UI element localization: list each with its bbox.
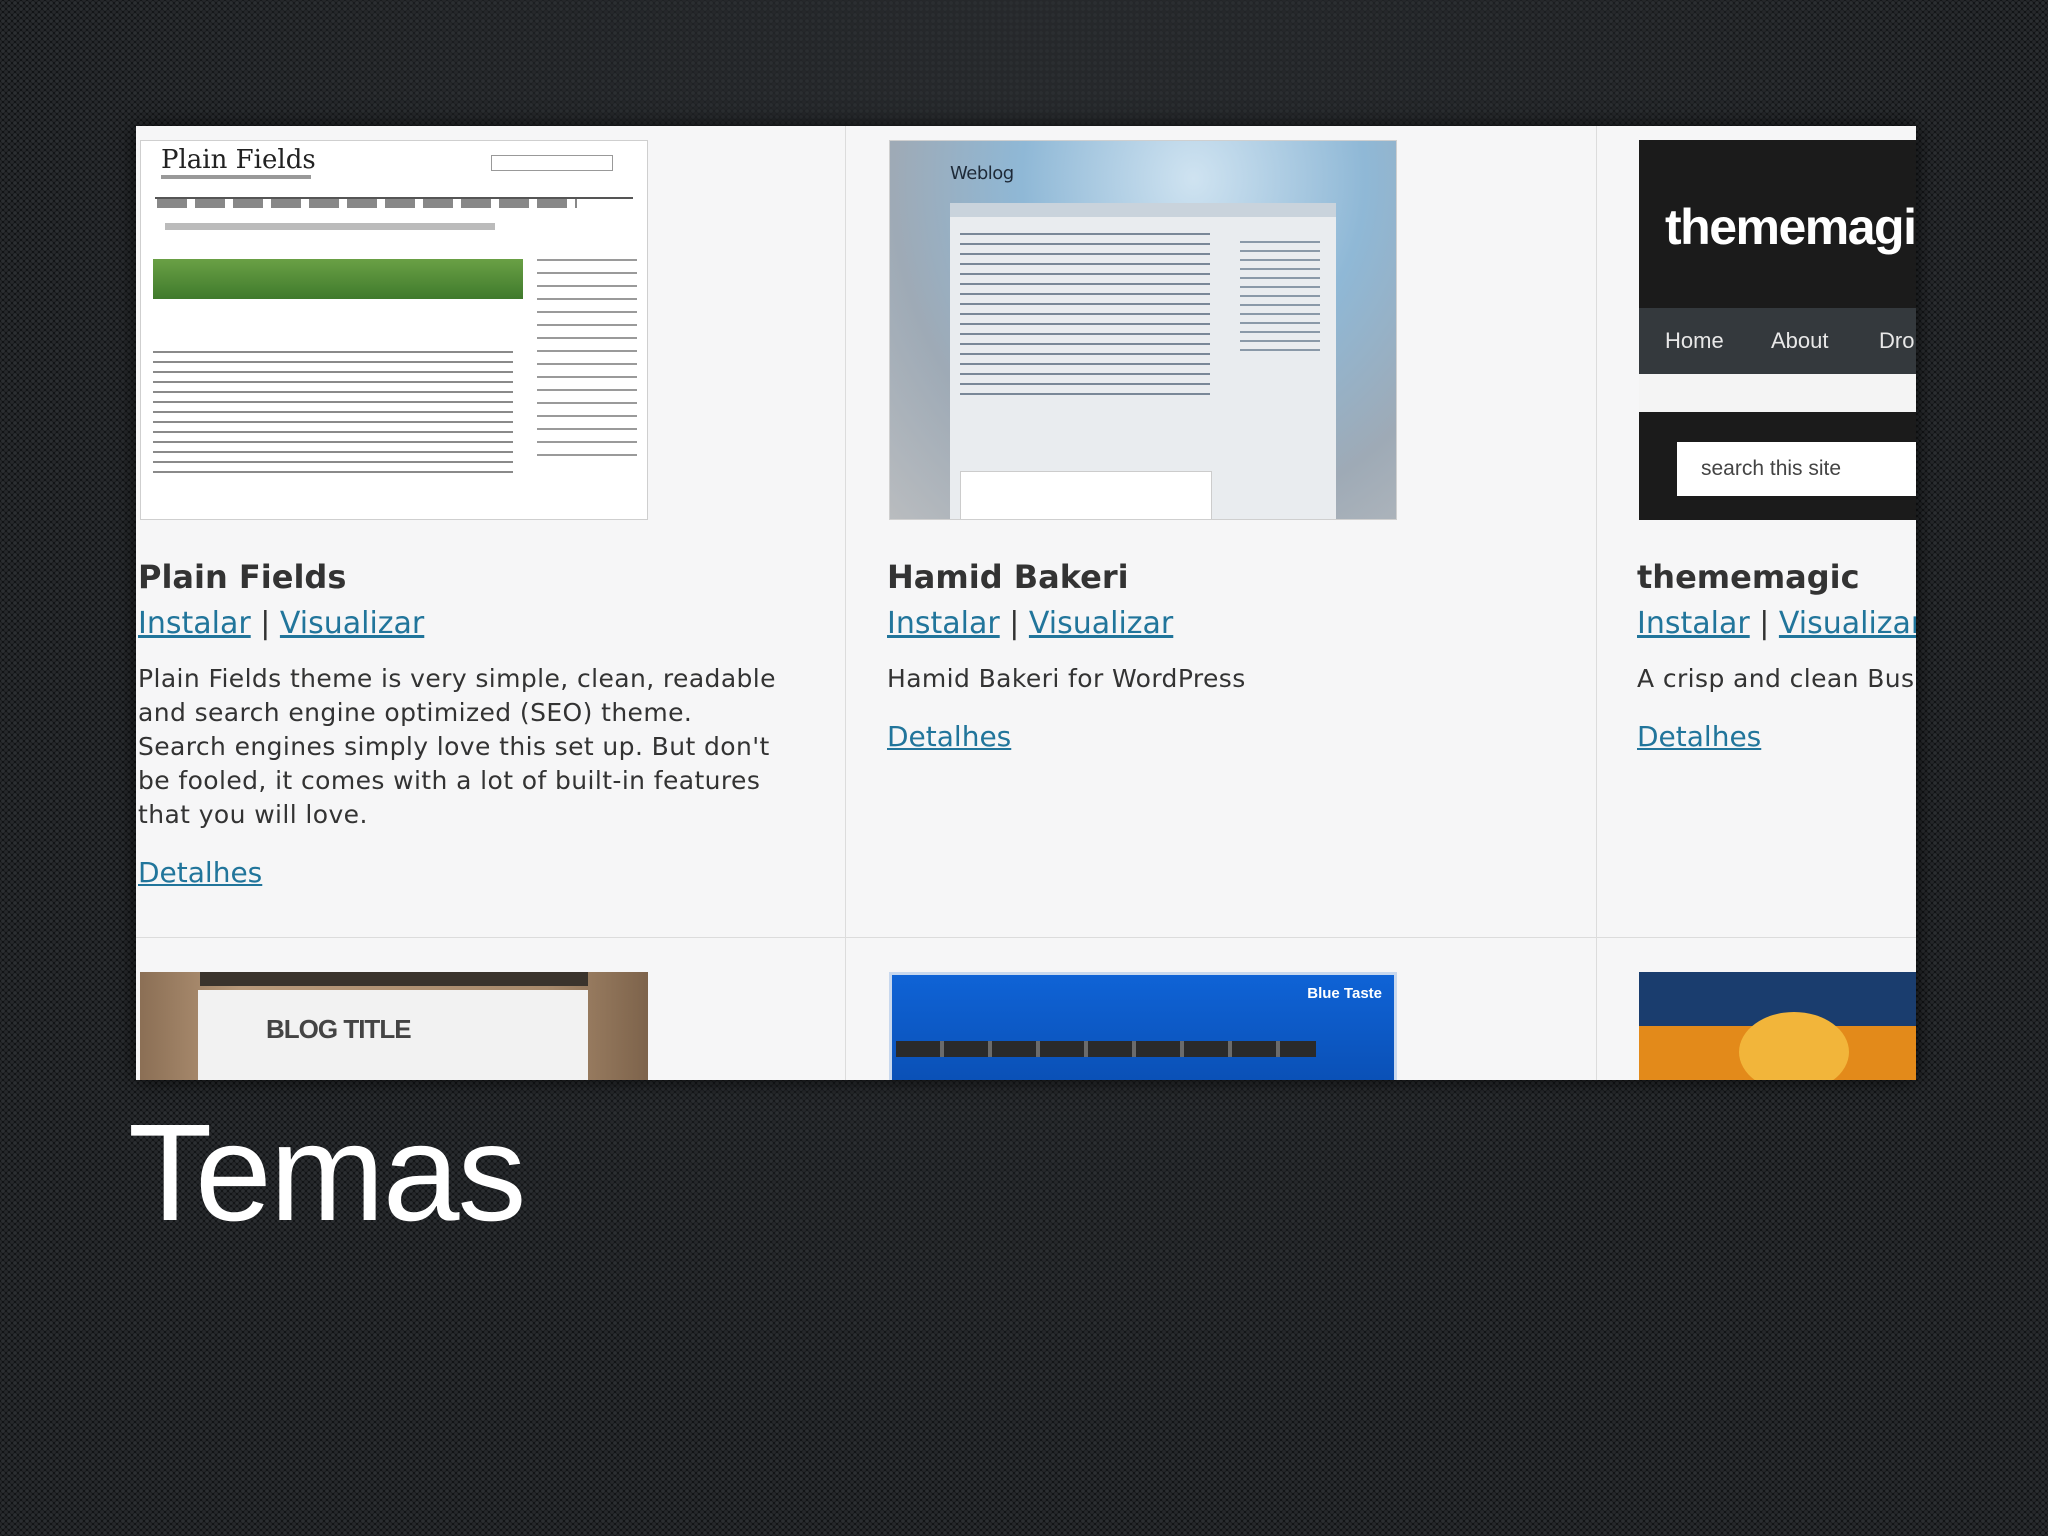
- thumbnail-body-text: [153, 351, 513, 476]
- preview-link[interactable]: Visualizar: [280, 606, 424, 641]
- thumbnail-site-title: thememagi: [1665, 199, 1916, 255]
- thumbnail-nav-items: [157, 199, 577, 208]
- theme-description: A crisp and clean Busi: [1637, 664, 1916, 693]
- preview-link[interactable]: Visualizar: [1779, 606, 1916, 641]
- theme-thumbnail[interactable]: Plain Fields: [140, 140, 648, 520]
- install-link[interactable]: Instalar: [887, 606, 1000, 641]
- thumbnail-comment-box: [960, 471, 1212, 519]
- theme-name: thememagic: [1637, 558, 1860, 596]
- details-link[interactable]: Detalhes: [1637, 720, 1761, 753]
- thumbnail-nav: Home About Dro: [1639, 308, 1916, 374]
- preview-link[interactable]: Visualizar: [1029, 606, 1173, 641]
- details-link[interactable]: Detalhes: [138, 856, 262, 889]
- thumbnail-header-image: [153, 259, 523, 299]
- thumbnail-illustration: [1739, 1012, 1849, 1080]
- thumbnail-nav-item: Dro: [1879, 328, 1915, 353]
- thumbnail-sidebar: [1240, 241, 1320, 351]
- themes-screenshot-panel: Plain Fields Plain Fields Instalar | Vis…: [136, 126, 1916, 1080]
- theme-thumbnail[interactable]: [1639, 972, 1916, 1080]
- thumbnail-search-box: search this site: [1677, 442, 1916, 496]
- thumbnail-nav: [950, 203, 1336, 217]
- thumbnail-site-title: Blue Taste: [1307, 985, 1382, 1002]
- install-link[interactable]: Instalar: [138, 606, 251, 641]
- thumbnail-nav-item: Home: [1665, 328, 1724, 353]
- theme-description: Hamid Bakeri for WordPress: [887, 664, 1246, 693]
- theme-actions: Instalar | Visualizar: [1637, 606, 1916, 641]
- theme-thumbnail[interactable]: BLOG TITLE: [140, 972, 648, 1080]
- thumbnail-site-title: Weblog: [950, 163, 1014, 184]
- thumbnail-nav: [896, 1041, 1316, 1057]
- thumbnail-site-title: Plain Fields: [161, 145, 316, 175]
- thumbnail-nav-item: About: [1771, 328, 1829, 353]
- theme-thumbnail[interactable]: Blue Taste: [889, 972, 1397, 1080]
- theme-actions: Instalar | Visualizar: [138, 606, 424, 641]
- theme-thumbnail[interactable]: thememagi Home About Dro search this sit…: [1639, 140, 1916, 520]
- install-link[interactable]: Instalar: [1637, 606, 1750, 641]
- theme-name: Plain Fields: [138, 558, 347, 596]
- slide-title: Temas: [128, 1096, 526, 1250]
- thumbnail-teaser-text: [165, 223, 495, 230]
- thumbnail-nav: [200, 972, 588, 986]
- link-separator: |: [1759, 606, 1770, 641]
- link-separator: |: [260, 606, 271, 641]
- theme-description: Plain Fields theme is very simple, clean…: [138, 664, 776, 829]
- details-link[interactable]: Detalhes: [887, 720, 1011, 753]
- thumbnail-search-box: [491, 155, 613, 171]
- theme-name: Hamid Bakeri: [887, 558, 1129, 596]
- thumbnail-body-text: [960, 233, 1210, 403]
- thumbnail-tagline: [161, 175, 311, 179]
- theme-thumbnail[interactable]: Weblog: [889, 140, 1397, 520]
- row-divider: [136, 937, 1916, 938]
- thumbnail-strip: [1639, 374, 1916, 412]
- link-separator: |: [1009, 606, 1020, 641]
- thumbnail-site-title: BLOG TITLE: [266, 1014, 412, 1044]
- theme-actions: Instalar | Visualizar: [887, 606, 1173, 641]
- thumbnail-sidebar: [537, 259, 637, 459]
